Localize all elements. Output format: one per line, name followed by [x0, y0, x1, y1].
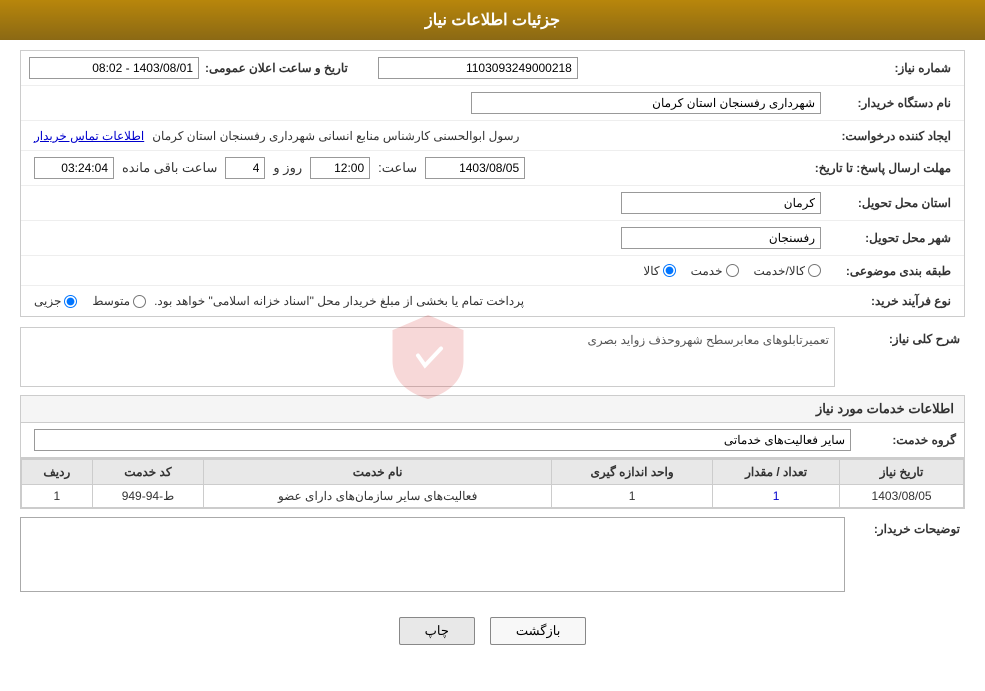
reply-deadline-values: ساعت: روز و ساعت باقی مانده	[29, 155, 815, 181]
creator-value: رسول ابوالحسنی کارشناس منابع انسانی شهرد…	[29, 127, 826, 145]
buyer-notes-content	[20, 517, 845, 592]
back-button[interactable]: بازگشت	[490, 617, 586, 645]
buyer-notes-label: توضیحات خریدار:	[845, 517, 965, 541]
need-description-row: شرح کلی نیاز: تعمیرتابلوهای معابرسطح شهر…	[20, 327, 965, 387]
cell-service-code: ط-94-949	[92, 485, 204, 508]
purchase-type-value: پرداخت تمام یا بخشی از مبلغ خریدار محل "…	[29, 292, 826, 310]
cell-row-num: 1	[22, 485, 93, 508]
need-number-value	[373, 55, 826, 81]
cell-unit: 1	[552, 485, 713, 508]
reply-date-input[interactable]	[425, 157, 525, 179]
row-category: طبقه بندی موضوعی: کالا/خدمت خدمت کالا	[21, 256, 964, 286]
announcement-date-input[interactable]	[29, 57, 199, 79]
need-number-label: شماره نیاز:	[826, 61, 956, 75]
services-table-section: تاریخ نیاز تعداد / مقدار واحد اندازه گیر…	[20, 458, 965, 509]
col-need-date: تاریخ نیاز	[840, 460, 964, 485]
group-service-row: گروه خدمت:	[20, 422, 965, 458]
page-header: جزئیات اطلاعات نیاز	[0, 0, 985, 40]
col-service-name: نام خدمت	[204, 460, 552, 485]
row-need-number: شماره نیاز: تاریخ و ساعت اعلان عمومی:	[21, 51, 964, 86]
reply-time-input[interactable]	[310, 157, 370, 179]
delivery-province-input[interactable]	[621, 192, 821, 214]
reply-days-input[interactable]	[225, 157, 265, 179]
page-title: جزئیات اطلاعات نیاز	[425, 12, 560, 29]
buyer-org-label: نام دستگاه خریدار:	[826, 96, 956, 110]
creator-label: ایجاد کننده درخواست:	[826, 129, 956, 143]
col-unit: واحد اندازه گیری	[552, 460, 713, 485]
category-label: طبقه بندی موضوعی:	[826, 264, 956, 278]
services-section-title: اطلاعات خدمات مورد نیاز	[20, 395, 965, 422]
buyer-notes-row: توضیحات خریدار:	[20, 517, 965, 592]
category-kala-khedmat[interactable]: کالا/خدمت	[754, 264, 821, 278]
announcement-date-label: تاریخ و ساعت اعلان عمومی:	[205, 61, 353, 75]
print-button[interactable]: چاپ	[399, 617, 475, 645]
category-khedmat[interactable]: خدمت	[691, 264, 739, 278]
main-form-section: شماره نیاز: تاریخ و ساعت اعلان عمومی: نا…	[20, 50, 965, 317]
row-reply-deadline: مهلت ارسال پاسخ: تا تاریخ: ساعت: روز و س…	[21, 151, 964, 186]
delivery-city-label: شهر محل تحویل:	[826, 231, 956, 245]
cell-quantity: 1	[713, 485, 840, 508]
category-options: کالا/خدمت خدمت کالا	[29, 262, 826, 280]
remaining-time-label: ساعت باقی مانده	[122, 160, 217, 176]
delivery-province-label: استان محل تحویل:	[826, 196, 956, 210]
reply-days-label: روز و	[273, 160, 302, 176]
reply-time-label: ساعت:	[378, 160, 417, 176]
page-wrapper: جزئیات اطلاعات نیاز شماره نیاز: تاریخ و …	[0, 0, 985, 691]
buyer-org-input[interactable]	[471, 92, 821, 114]
purchase-type-label: نوع فرآیند خرید:	[826, 294, 956, 308]
col-quantity: تعداد / مقدار	[713, 460, 840, 485]
group-input[interactable]	[34, 429, 851, 451]
category-kala[interactable]: کالا	[643, 264, 675, 278]
delivery-province-value	[29, 190, 826, 216]
buttons-row: بازگشت چاپ	[20, 602, 965, 660]
purchase-jozi[interactable]: جزیی	[34, 294, 77, 308]
col-service-code: کد خدمت	[92, 460, 204, 485]
purchase-type-note: پرداخت تمام یا بخشی از مبلغ خریدار محل "…	[154, 294, 524, 308]
col-row-num: ردیف	[22, 460, 93, 485]
buyer-org-value	[29, 90, 826, 116]
need-number-input[interactable]	[378, 57, 578, 79]
buyer-notes-textarea[interactable]	[21, 518, 844, 588]
row-delivery-city: شهر محل تحویل:	[21, 221, 964, 256]
remaining-time-input[interactable]	[34, 157, 114, 179]
cell-need-date: 1403/08/05	[840, 485, 964, 508]
row-creator: ایجاد کننده درخواست: رسول ابوالحسنی کارش…	[21, 121, 964, 151]
group-value	[29, 427, 856, 453]
need-description-text: تعمیرتابلوهای معابرسطح شهروحذف زواید بصر…	[20, 327, 835, 387]
row-purchase-type: نوع فرآیند خرید: پرداخت تمام یا بخشی از …	[21, 286, 964, 316]
row-delivery-province: استان محل تحویل:	[21, 186, 964, 221]
delivery-city-input[interactable]	[621, 227, 821, 249]
need-description-label: شرح کلی نیاز:	[835, 332, 965, 346]
reply-deadline-label: مهلت ارسال پاسخ: تا تاریخ:	[815, 161, 956, 175]
need-description-area: تعمیرتابلوهای معابرسطح شهروحذف زواید بصر…	[20, 327, 835, 387]
delivery-city-value	[29, 225, 826, 251]
cell-service-name: فعالیت‌های سایر سازمان‌های دارای عضو	[204, 485, 552, 508]
services-table: تاریخ نیاز تعداد / مقدار واحد اندازه گیر…	[21, 459, 964, 508]
content-area: شماره نیاز: تاریخ و ساعت اعلان عمومی: نا…	[0, 40, 985, 670]
table-row: 1403/08/05 1 1 فعالیت‌های سایر سازمان‌ها…	[22, 485, 964, 508]
group-label: گروه خدمت:	[856, 433, 956, 447]
contact-link[interactable]: اطلاعات تماس خریدار	[34, 129, 144, 143]
need-description-value: تعمیرتابلوهای معابرسطح شهروحذف زواید بصر…	[588, 333, 830, 347]
purchase-motavasset[interactable]: متوسط	[92, 294, 146, 308]
creator-text: رسول ابوالحسنی کارشناس منابع انسانی شهرد…	[152, 129, 519, 143]
row-buyer-org: نام دستگاه خریدار:	[21, 86, 964, 121]
